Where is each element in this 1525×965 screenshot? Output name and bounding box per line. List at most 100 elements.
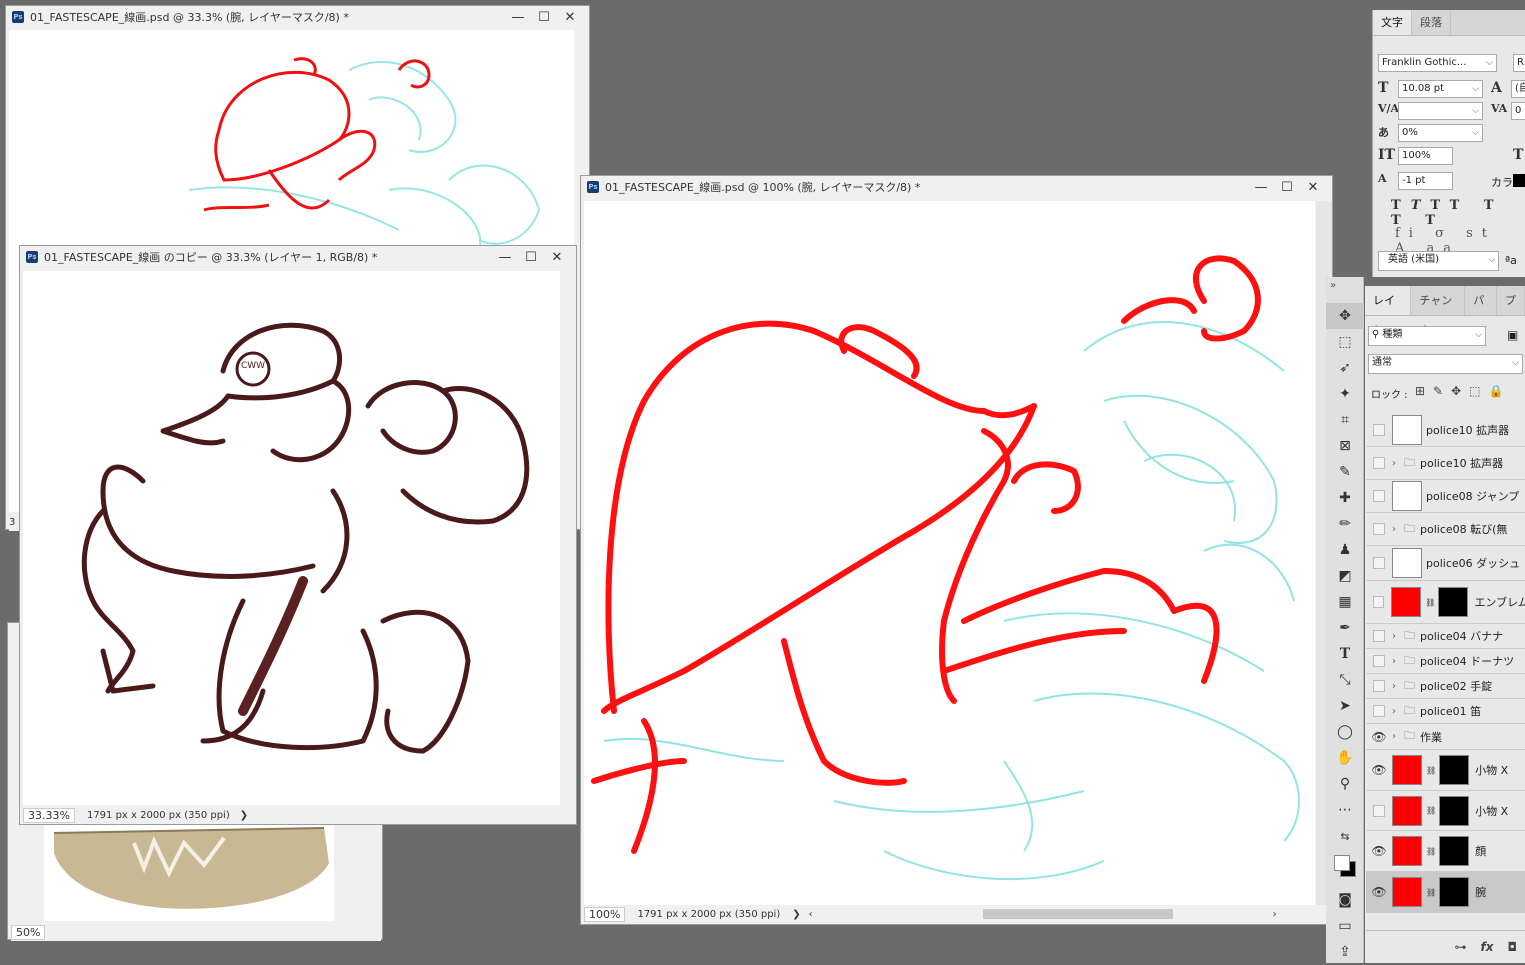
mask-link-icon[interactable]: ⛓ (1426, 888, 1436, 897)
antialias-icon[interactable]: ªa (1505, 254, 1517, 267)
layer-row[interactable]: › 🗀 police04 バナナ (1366, 624, 1525, 649)
layer-row[interactable]: police08 ジャンプ (1366, 480, 1525, 513)
tracking-field[interactable]: 0 (1511, 102, 1525, 120)
tab-paragraph[interactable]: 段落 (1412, 10, 1451, 35)
close-icon[interactable]: ✕ (557, 10, 583, 25)
clone-stamp-tool-icon[interactable]: ♟ (1326, 537, 1364, 563)
path-selection-tool-icon[interactable]: ⤡ (1326, 667, 1364, 693)
visibility-off-toggle[interactable] (1373, 457, 1385, 469)
pen-tool-icon[interactable]: ✒ (1326, 615, 1364, 641)
expand-chevron-icon[interactable]: › (1392, 631, 1400, 642)
zoom-tool-icon[interactable]: ⚲ (1326, 771, 1364, 797)
more-tools-icon[interactable]: ⋯ (1326, 797, 1364, 823)
close-icon[interactable]: ✕ (544, 250, 570, 265)
type-tool-icon[interactable]: T (1326, 641, 1364, 667)
minimize-icon[interactable]: — (1248, 180, 1274, 195)
mask-link-icon[interactable]: ⛓ (1426, 847, 1436, 856)
share-icon[interactable]: ⇪ (1326, 939, 1364, 965)
gradient-tool-icon[interactable]: ▦ (1326, 589, 1364, 615)
layer-row[interactable]: 👁 ⛓ 顔 (1366, 831, 1525, 872)
filter-image-icon[interactable]: ▣ (1507, 328, 1518, 342)
visibility-off-toggle[interactable] (1373, 630, 1385, 642)
window-1-titlebar[interactable]: Ps 01_FASTESCAPE_線画.psd @ 33.3% (腕, レイヤー… (6, 6, 589, 28)
layer-row[interactable]: › 🗀 police08 転び(無 (1366, 513, 1525, 546)
layer-row[interactable]: 👁 ⛓ 腕 (1366, 872, 1525, 913)
canvas-3[interactable] (44, 823, 334, 921)
font-style-select[interactable]: R (1513, 54, 1525, 72)
document-window-2[interactable]: Ps 01_FASTESCAPE_線画 のコピー @ 33.3% (レイヤー 1… (19, 245, 577, 825)
expand-chevron-icon[interactable]: › (1392, 524, 1400, 535)
layer-row[interactable]: 👁 ⛓ 小物 X (1366, 750, 1525, 791)
status-arrow-icon[interactable]: ❯ (792, 909, 800, 920)
maximize-icon[interactable]: ☐ (518, 250, 544, 265)
visibility-off-toggle[interactable] (1373, 490, 1385, 502)
maximize-icon[interactable]: ☐ (531, 10, 557, 25)
eraser-tool-icon[interactable]: ◩ (1326, 563, 1364, 589)
screen-mode-icon[interactable]: ▭ (1326, 913, 1364, 939)
foreground-background-color-icon[interactable] (1326, 849, 1364, 887)
visibility-off-toggle[interactable] (1373, 523, 1385, 535)
lock-icons[interactable]: ⊞✎✥⬚🔒 (1415, 384, 1511, 398)
healing-brush-tool-icon[interactable]: ✚ (1326, 485, 1364, 511)
visibility-off-toggle[interactable] (1373, 424, 1385, 436)
layer-filter-select[interactable]: ⚲ 種類 ⌵ (1368, 326, 1486, 346)
layer-mask-thumbnail[interactable] (1438, 587, 1469, 617)
tab-more[interactable]: プ (1497, 286, 1525, 315)
visibility-off-toggle[interactable] (1373, 804, 1385, 817)
eyedropper-tool-icon[interactable]: ✎ (1326, 459, 1364, 485)
visibility-eye-icon[interactable]: 👁 (1366, 844, 1392, 858)
tab-channels[interactable]: チャンネル (1411, 286, 1466, 337)
lasso-tool-icon[interactable]: ➶ (1326, 355, 1364, 381)
tsume-field[interactable]: 0% ⌵ (1398, 124, 1483, 142)
close-icon[interactable]: ✕ (1300, 180, 1326, 195)
magic-wand-tool-icon[interactable]: ✦ (1326, 381, 1364, 407)
layer-row[interactable]: police06 ダッシュ (1366, 546, 1525, 581)
layer-row[interactable]: ⛓ 小物 X (1366, 791, 1525, 831)
layer-row[interactable]: › 🗀 police04 ドーナツ (1366, 649, 1525, 674)
layer-row[interactable]: 👁 › 🗀 作業 (1366, 724, 1525, 750)
horizontal-scrollbar-thumb[interactable] (982, 909, 1173, 919)
visibility-off-toggle[interactable] (1373, 680, 1385, 692)
brush-tool-icon[interactable]: ✏ (1326, 511, 1364, 537)
swap-colors-icon[interactable]: ⇆ (1326, 823, 1364, 849)
scroll-right-icon[interactable]: › (1273, 909, 1277, 920)
layer-mask-thumbnail[interactable] (1439, 877, 1470, 907)
window-1-zoom[interactable]: 3 (9, 517, 15, 528)
add-mask-icon[interactable]: ◘ (1508, 940, 1518, 954)
layer-row[interactable]: police10 拡声器 (1366, 414, 1525, 447)
leading-field[interactable]: (自 (1511, 80, 1525, 98)
tab-paths[interactable]: パス (1465, 286, 1497, 337)
link-layers-icon[interactable]: ⊶ (1455, 940, 1467, 954)
blend-mode-select[interactable]: 通常 ⌵ (1368, 354, 1523, 374)
direct-selection-tool-icon[interactable]: ➤ (1326, 693, 1364, 719)
tab-character[interactable]: 文字 (1373, 10, 1412, 35)
frame-tool-icon[interactable]: ⊠ (1326, 433, 1364, 459)
window-4-zoom[interactable]: 100% (584, 906, 626, 922)
baseline-shift-field[interactable]: -1 pt (1398, 172, 1453, 190)
minimize-icon[interactable]: — (505, 10, 531, 25)
hand-tool-icon[interactable]: ✋ (1326, 745, 1364, 771)
move-tool-icon[interactable]: ✥ (1326, 303, 1364, 329)
layer-row[interactable]: › 🗀 police02 手錠 (1366, 674, 1525, 699)
expand-chevron-icon[interactable]: › (1392, 656, 1400, 667)
status-arrow-icon[interactable]: ❯ (240, 810, 248, 821)
expand-chevron-icon[interactable]: › (1392, 706, 1400, 717)
font-family-select[interactable]: Franklin Gothic... ⌵ (1378, 54, 1497, 72)
fx-icon[interactable]: fx (1481, 940, 1494, 954)
kerning-field[interactable]: ⌵ (1398, 102, 1483, 120)
layer-mask-thumbnail[interactable] (1439, 755, 1470, 785)
document-window-4[interactable]: Ps 01_FASTESCAPE_線画.psd @ 100% (腕, レイヤーマ… (580, 175, 1333, 925)
visibility-eye-icon[interactable]: 👁 (1366, 763, 1392, 777)
canvas-4[interactable] (584, 201, 1315, 905)
canvas-2[interactable]: CWW (23, 271, 560, 805)
color-swatch[interactable] (1513, 174, 1525, 187)
minimize-icon[interactable]: — (492, 250, 518, 265)
mask-link-icon[interactable]: ⛓ (1425, 598, 1435, 607)
window-2-zoom[interactable]: 33.33% (23, 807, 75, 823)
window-4-titlebar[interactable]: Ps 01_FASTESCAPE_線画.psd @ 100% (腕, レイヤーマ… (581, 176, 1332, 198)
window-3-zoom[interactable]: 50% (11, 924, 46, 940)
visibility-off-toggle[interactable] (1373, 557, 1385, 569)
visibility-eye-icon[interactable]: 👁 (1366, 885, 1392, 899)
crop-tool-icon[interactable]: ⌗ (1326, 407, 1364, 433)
expand-chevron-icon[interactable]: › (1392, 681, 1400, 692)
